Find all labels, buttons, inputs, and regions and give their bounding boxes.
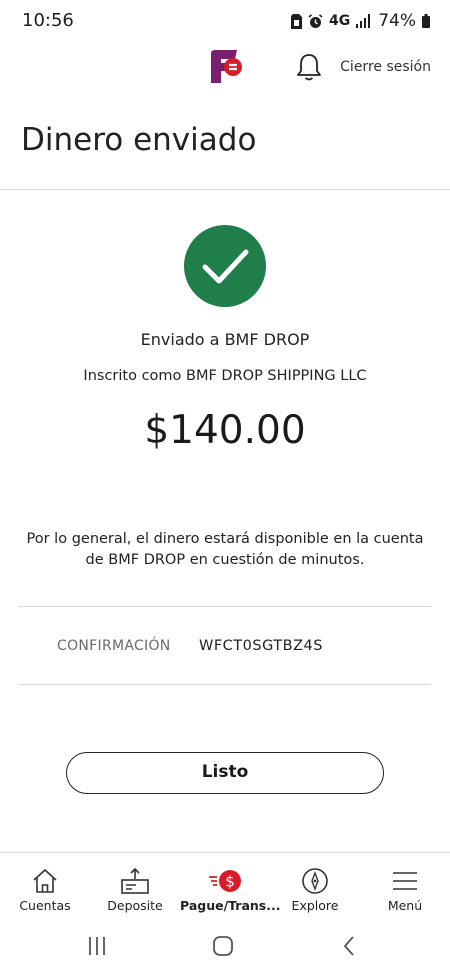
success-check-icon	[184, 225, 266, 307]
battery-icon	[422, 14, 430, 28]
amount-sent: $140.00	[144, 408, 306, 453]
divider	[18, 684, 431, 685]
page-title: Dinero enviado	[21, 122, 257, 158]
confirmation-number: WFCT0SGTBZ4S	[199, 638, 323, 654]
bottom-nav: Cuentas Deposite $ Pague/Trans... Explor…	[0, 852, 450, 918]
app-logo-icon	[211, 50, 242, 83]
enrolled-as-text: Inscrito como BMF DROP SHIPPING LLC	[83, 368, 367, 384]
system-nav-bar	[0, 918, 450, 975]
compass-icon	[302, 868, 328, 894]
home-icon	[33, 869, 57, 893]
done-button[interactable]: Listo	[66, 752, 384, 794]
confirmation-label: CONFIRMACIÓN	[57, 638, 171, 654]
logout-link[interactable]: Cierre sesión	[340, 59, 431, 75]
nav-item-pague-transfiera[interactable]: $ Pague/Trans...	[180, 853, 281, 919]
availability-info-text: Por lo general, el dinero estará disponi…	[26, 531, 424, 568]
status-icons: 4G 74%	[290, 11, 430, 31]
signal-icon	[356, 14, 371, 28]
deposit-icon	[121, 867, 149, 894]
nav-label: Explore	[291, 898, 339, 913]
home-button-icon[interactable]	[212, 935, 234, 957]
status-time: 10:56	[22, 10, 74, 31]
status-bar: 10:56 4G 74%	[0, 0, 450, 44]
sent-to-text: Enviado a BMF DROP	[140, 330, 310, 349]
sim-icon	[290, 13, 302, 29]
notifications-bell-icon[interactable]	[295, 52, 323, 82]
hamburger-menu-icon	[393, 872, 417, 890]
nav-label: Pague/Trans...	[180, 898, 281, 913]
nav-item-menu[interactable]: Menú	[360, 853, 450, 919]
nav-label: Menú	[387, 898, 423, 913]
nav-label: Cuentas	[19, 898, 71, 913]
network-label: 4G	[328, 13, 351, 29]
divider	[18, 606, 431, 607]
back-icon[interactable]	[341, 935, 357, 957]
pay-transfer-icon: $	[209, 870, 241, 892]
nav-item-explore[interactable]: Explore	[270, 853, 360, 919]
nav-item-cuentas[interactable]: Cuentas	[0, 853, 90, 919]
nav-label: Deposite	[107, 898, 163, 913]
nav-item-deposite[interactable]: Deposite	[90, 853, 180, 919]
alarm-icon	[308, 13, 323, 28]
app-header: Cierre sesión	[0, 44, 450, 94]
divider	[0, 189, 450, 190]
svg-text:$: $	[225, 873, 235, 891]
recent-apps-icon[interactable]	[87, 935, 107, 957]
battery-percent: 74%	[378, 11, 416, 31]
